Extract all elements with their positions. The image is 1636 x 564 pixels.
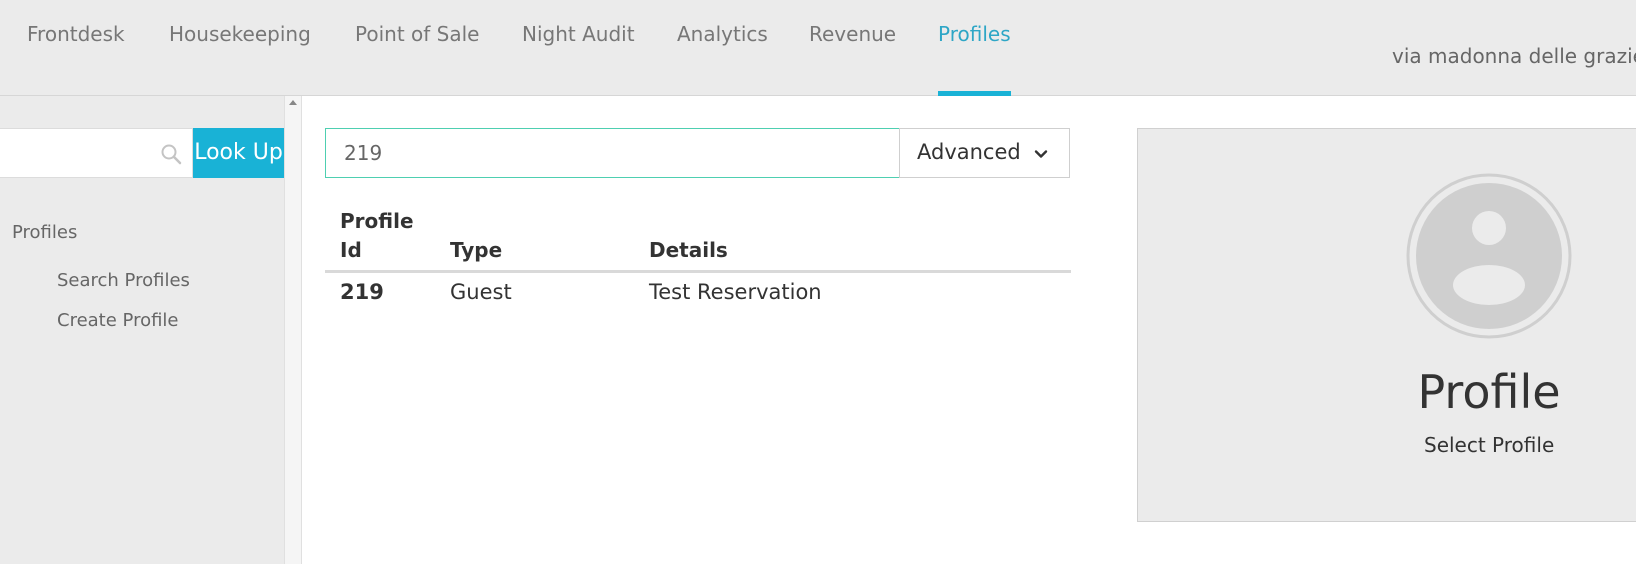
sidebar-item-search-profiles[interactable]: Search Profiles xyxy=(57,270,190,291)
hotel-name: via madonna delle grazie xyxy=(1392,44,1636,68)
sidebar-search-input[interactable] xyxy=(0,129,160,177)
cell-profile-id[interactable]: 219 xyxy=(340,280,384,304)
tab-housekeeping[interactable]: Housekeeping xyxy=(169,22,311,46)
sidebar-section-profiles[interactable]: Profiles xyxy=(12,222,77,243)
tab-revenue[interactable]: Revenue xyxy=(809,22,896,46)
cell-details[interactable]: Test Reservation xyxy=(649,280,822,304)
sidebar-search-field xyxy=(0,128,193,178)
column-header-type: Type xyxy=(450,238,503,262)
tab-frontdesk[interactable]: Frontdesk xyxy=(27,22,125,46)
cell-type[interactable]: Guest xyxy=(450,280,512,304)
tab-point-of-sale[interactable]: Point of Sale xyxy=(355,22,479,46)
advanced-label: Advanced xyxy=(917,140,1021,164)
chevron-down-icon xyxy=(1034,150,1048,158)
profile-title: Profile xyxy=(1417,365,1561,419)
profile-subtitle: Select Profile xyxy=(1424,433,1555,457)
avatar-placeholder-icon xyxy=(1406,173,1572,339)
search-icon[interactable] xyxy=(160,143,182,165)
top-navigation: Frontdesk Housekeeping Point of Sale Nig… xyxy=(0,0,1636,96)
profile-search-field xyxy=(325,128,900,178)
table-header-divider xyxy=(325,270,1071,273)
column-header-profile-id: Profile Id xyxy=(340,209,414,262)
active-tab-indicator xyxy=(938,91,1011,96)
tab-profiles[interactable]: Profiles xyxy=(938,22,1011,46)
tab-analytics[interactable]: Analytics xyxy=(677,22,768,46)
sidebar-scrollbar[interactable] xyxy=(284,96,302,564)
advanced-dropdown-button[interactable]: Advanced xyxy=(899,128,1070,178)
sidebar-item-create-profile[interactable]: Create Profile xyxy=(57,310,179,331)
profile-search-input[interactable] xyxy=(326,129,899,177)
look-up-button[interactable]: Look Up xyxy=(193,128,284,178)
tab-night-audit[interactable]: Night Audit xyxy=(522,22,635,46)
scroll-up-arrow-icon[interactable] xyxy=(289,100,297,105)
column-header-details: Details xyxy=(649,238,728,262)
